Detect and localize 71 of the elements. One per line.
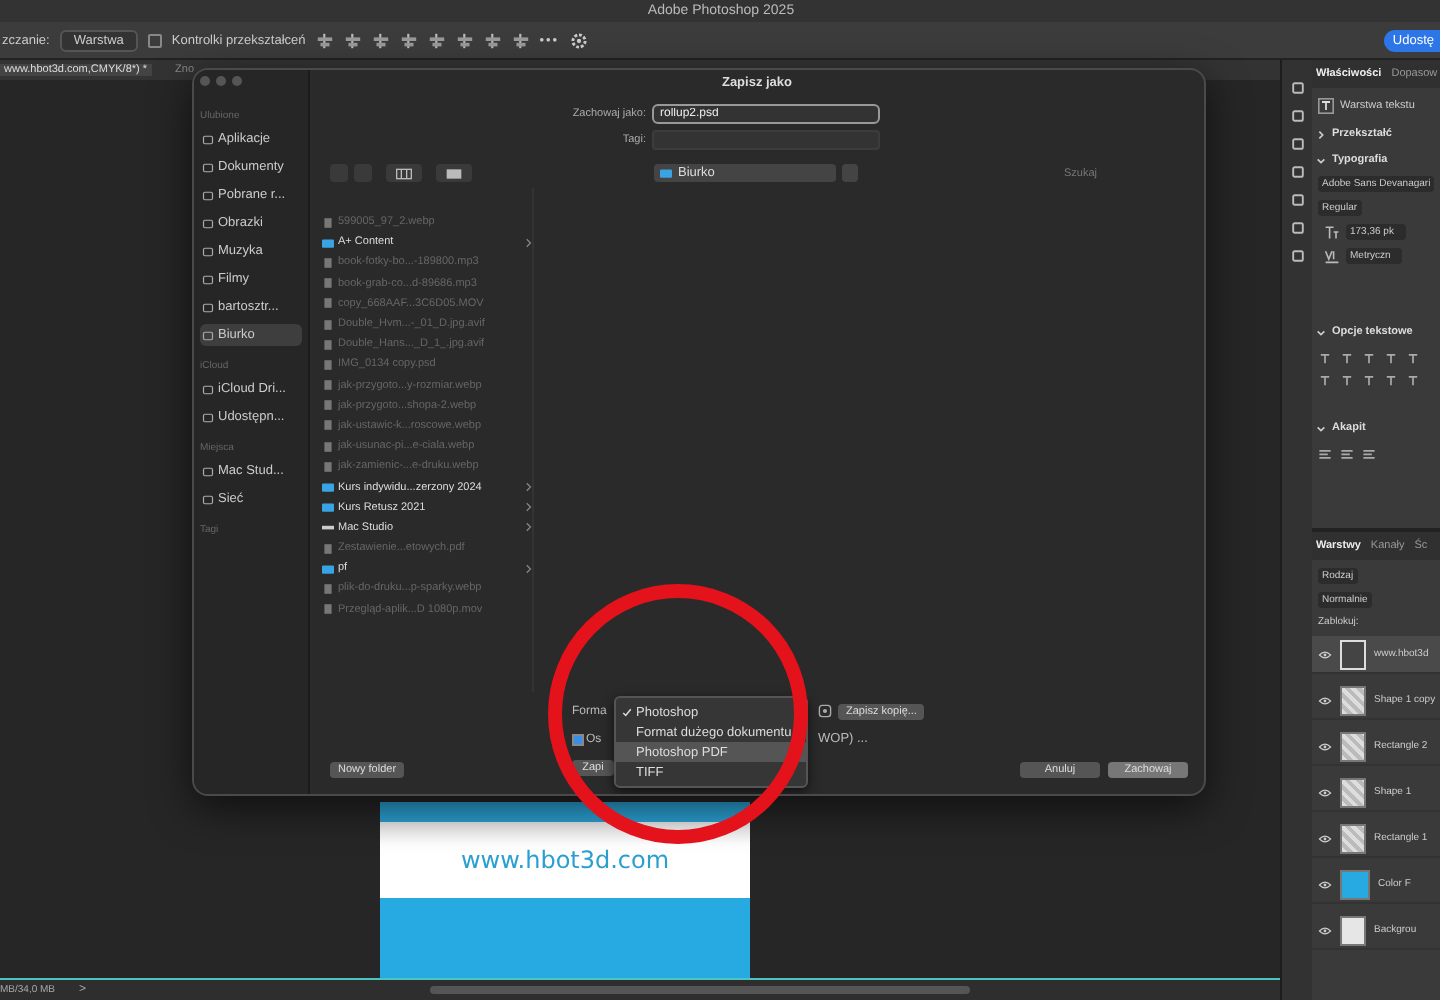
chevron-icon[interactable] bbox=[1316, 327, 1326, 337]
folder-icon bbox=[660, 168, 672, 178]
chevron-icon bbox=[524, 237, 532, 248]
eye-icon[interactable] bbox=[1318, 787, 1332, 797]
text-style-icon[interactable] bbox=[1406, 374, 1420, 388]
align-icon[interactable] bbox=[483, 31, 502, 49]
text-style-icon[interactable] bbox=[1318, 374, 1332, 388]
sidebar-icon bbox=[202, 329, 214, 341]
align-icon[interactable] bbox=[427, 31, 446, 49]
align-text-icon[interactable] bbox=[1340, 448, 1354, 462]
layer-thumbnail bbox=[1340, 823, 1366, 853]
layer-thumbnail bbox=[1340, 685, 1366, 715]
text-style-icon[interactable] bbox=[1340, 352, 1354, 366]
align-icon[interactable] bbox=[343, 31, 362, 49]
eye-icon[interactable] bbox=[1318, 879, 1332, 889]
kerning-icon bbox=[1324, 248, 1340, 264]
columns-icon bbox=[396, 167, 412, 179]
align-text-icon[interactable] bbox=[1318, 448, 1332, 462]
eye-icon[interactable] bbox=[1318, 833, 1332, 843]
align-icon[interactable] bbox=[399, 31, 418, 49]
group-button[interactable] bbox=[436, 164, 472, 182]
view-columns-button[interactable] bbox=[386, 164, 422, 182]
info-icon[interactable] bbox=[818, 704, 832, 718]
align-icon[interactable] bbox=[455, 31, 474, 49]
website-text: www.hbot3d.com bbox=[460, 846, 670, 874]
layer-thumbnail bbox=[1340, 639, 1366, 669]
chevron-icon[interactable] bbox=[1316, 423, 1326, 433]
align-icon[interactable] bbox=[511, 31, 530, 49]
settings-icon[interactable] bbox=[569, 31, 588, 49]
sidebar-icon bbox=[202, 411, 214, 423]
eye-icon[interactable] bbox=[1318, 925, 1332, 935]
align-icon[interactable] bbox=[315, 31, 334, 49]
chevron-icon[interactable] bbox=[1316, 129, 1326, 139]
eye-icon[interactable] bbox=[1318, 695, 1332, 705]
grid-icon bbox=[446, 167, 462, 179]
layer-thumbnail bbox=[1340, 731, 1366, 761]
chevron-icon bbox=[524, 563, 532, 574]
text-style-icon[interactable] bbox=[1318, 352, 1332, 366]
checkbox[interactable] bbox=[572, 733, 584, 745]
sidebar-icon bbox=[202, 189, 214, 201]
text-style-icon[interactable] bbox=[1406, 352, 1420, 366]
text-style-icon[interactable] bbox=[1340, 374, 1354, 388]
sidebar-icon bbox=[202, 133, 214, 145]
sidebar-icon bbox=[202, 301, 214, 313]
scrollbar[interactable] bbox=[430, 986, 971, 994]
file-icon bbox=[322, 543, 334, 554]
sidebar-icon bbox=[202, 493, 214, 505]
font-size-icon bbox=[1324, 224, 1340, 240]
folder-icon bbox=[322, 237, 334, 248]
eye-icon[interactable] bbox=[1318, 741, 1332, 751]
align-icon[interactable] bbox=[371, 31, 390, 49]
file-icon bbox=[322, 217, 334, 228]
text-style-icon[interactable] bbox=[1384, 352, 1398, 366]
checkbox[interactable] bbox=[147, 33, 162, 47]
layer-thumbnail bbox=[1340, 915, 1366, 945]
chevron-icon[interactable] bbox=[1316, 155, 1326, 165]
text-layer-icon bbox=[1318, 98, 1334, 114]
folder-icon bbox=[322, 563, 334, 574]
sidebar-icon bbox=[202, 273, 214, 285]
sidebar-icon bbox=[202, 245, 214, 257]
sidebar-icon bbox=[202, 217, 214, 229]
layer-thumbnail bbox=[1340, 777, 1366, 807]
text-style-icon[interactable] bbox=[1362, 352, 1376, 366]
sidebar-icon bbox=[202, 465, 214, 477]
text-style-icon[interactable] bbox=[1384, 374, 1398, 388]
sidebar-icon bbox=[202, 161, 214, 173]
align-text-icon[interactable] bbox=[1362, 448, 1376, 462]
eye-icon[interactable] bbox=[1318, 649, 1332, 659]
layer-thumbnail bbox=[1340, 869, 1370, 899]
text-style-icon[interactable] bbox=[1362, 374, 1376, 388]
sidebar-icon bbox=[202, 383, 214, 395]
